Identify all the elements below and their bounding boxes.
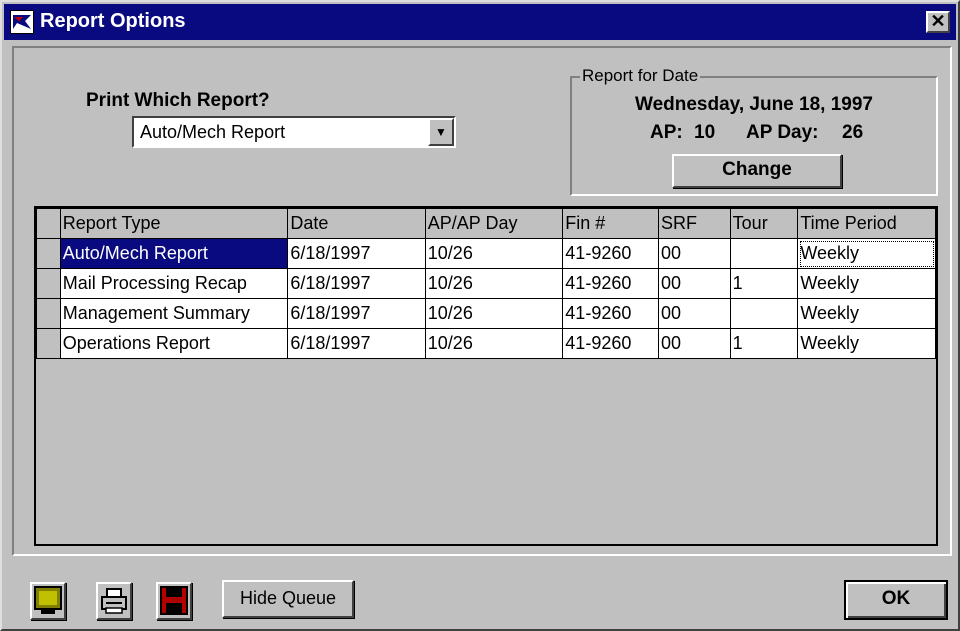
- dropdown-arrow-icon[interactable]: ▼: [428, 118, 454, 146]
- grid-cell[interactable]: 41-9260: [562, 298, 660, 329]
- grid-cell[interactable]: 10/26: [424, 238, 564, 269]
- print-which-report-label: Print Which Report?: [86, 90, 270, 111]
- grid-cell[interactable]: Weekly: [797, 238, 936, 269]
- change-date-button[interactable]: Change: [672, 154, 842, 188]
- grid-cell[interactable]: 00: [658, 268, 731, 299]
- grid-cell[interactable]: Auto/Mech Report: [59, 238, 289, 269]
- ap-day-label: AP Day:: [746, 122, 819, 143]
- grid-cell[interactable]: Mail Processing Recap: [59, 268, 289, 299]
- column-header[interactable]: Tour: [729, 208, 799, 239]
- grid-cell[interactable]: 6/18/1997: [287, 238, 426, 269]
- ap-value: 10: [694, 122, 716, 143]
- column-header[interactable]: Time Period: [797, 208, 936, 239]
- grid-cell[interactable]: 6/18/1997: [287, 268, 426, 299]
- column-header[interactable]: Date: [287, 208, 426, 239]
- report-date-text: Wednesday, June 18, 1997: [635, 94, 873, 115]
- grid-cell[interactable]: 10/26: [424, 328, 564, 359]
- grid-cell[interactable]: Weekly: [797, 328, 936, 359]
- ap-label: AP:: [650, 122, 683, 143]
- title-bar[interactable]: Report Options ✕: [4, 4, 956, 40]
- grid-cell[interactable]: 00: [658, 298, 731, 329]
- hide-queue-button[interactable]: Hide Queue: [222, 580, 354, 618]
- grid-cell[interactable]: 1: [729, 268, 799, 299]
- grid-cell[interactable]: Weekly: [797, 298, 936, 329]
- window-title: Report Options: [40, 10, 186, 32]
- grid-cell[interactable]: 00: [658, 238, 731, 269]
- ok-button[interactable]: OK: [844, 580, 948, 620]
- grid-cell[interactable]: 1: [729, 328, 799, 359]
- column-header[interactable]: Report Type: [59, 208, 289, 239]
- column-header[interactable]: AP/AP Day: [424, 208, 564, 239]
- grid-header-row: Report Type Date AP/AP Day Fin # SRF Tou…: [36, 208, 936, 239]
- grid-cell[interactable]: 6/18/1997: [287, 328, 426, 359]
- column-header[interactable]: Fin #: [562, 208, 660, 239]
- row-selector[interactable]: [36, 328, 61, 359]
- grid-cell[interactable]: 41-9260: [562, 328, 660, 359]
- report-select-value: Auto/Mech Report: [140, 122, 286, 142]
- table-row[interactable]: Mail Processing Recap 6/18/1997 10/26 41…: [36, 268, 936, 299]
- eagle-icon: [10, 10, 34, 34]
- table-row[interactable]: Operations Report 6/18/1997 10/26 41-926…: [36, 328, 936, 359]
- grid-cell[interactable]: Management Summary: [59, 298, 289, 329]
- grid-cell[interactable]: 41-9260: [562, 238, 660, 269]
- report-options-window: Report Options ✕ Print Which Report? Aut…: [0, 0, 960, 631]
- floppy-disk-icon: [158, 586, 190, 622]
- grid-cell[interactable]: 00: [658, 328, 731, 359]
- close-button[interactable]: ✕: [926, 11, 950, 33]
- grid-cell[interactable]: [729, 298, 799, 329]
- monitor-icon: [32, 586, 64, 622]
- table-row[interactable]: Management Summary 6/18/1997 10/26 41-92…: [36, 298, 936, 329]
- printer-icon: [98, 588, 130, 622]
- grid-cell[interactable]: [729, 238, 799, 269]
- grid-cell[interactable]: 41-9260: [562, 268, 660, 299]
- column-header[interactable]: SRF: [658, 208, 731, 239]
- grid-cell[interactable]: Operations Report: [59, 328, 289, 359]
- grid-cell[interactable]: 10/26: [424, 268, 564, 299]
- print-button[interactable]: [96, 582, 132, 620]
- save-button[interactable]: [156, 582, 192, 620]
- row-selector[interactable]: [36, 238, 61, 269]
- grid-cell[interactable]: 10/26: [424, 298, 564, 329]
- row-selector[interactable]: [36, 298, 61, 329]
- report-queue-grid[interactable]: Report Type Date AP/AP Day Fin # SRF Tou…: [34, 206, 938, 546]
- preview-button[interactable]: [30, 582, 66, 620]
- report-for-date-label: Report for Date: [580, 66, 701, 86]
- table-row[interactable]: Auto/Mech Report 6/18/1997 10/26 41-9260…: [36, 238, 936, 269]
- grid-corner: [36, 208, 61, 239]
- ap-day-value: 26: [842, 122, 864, 143]
- grid-cell[interactable]: Weekly: [797, 268, 936, 299]
- row-selector[interactable]: [36, 268, 61, 299]
- grid-cell[interactable]: 6/18/1997: [287, 298, 426, 329]
- report-select[interactable]: Auto/Mech Report ▼: [132, 116, 456, 148]
